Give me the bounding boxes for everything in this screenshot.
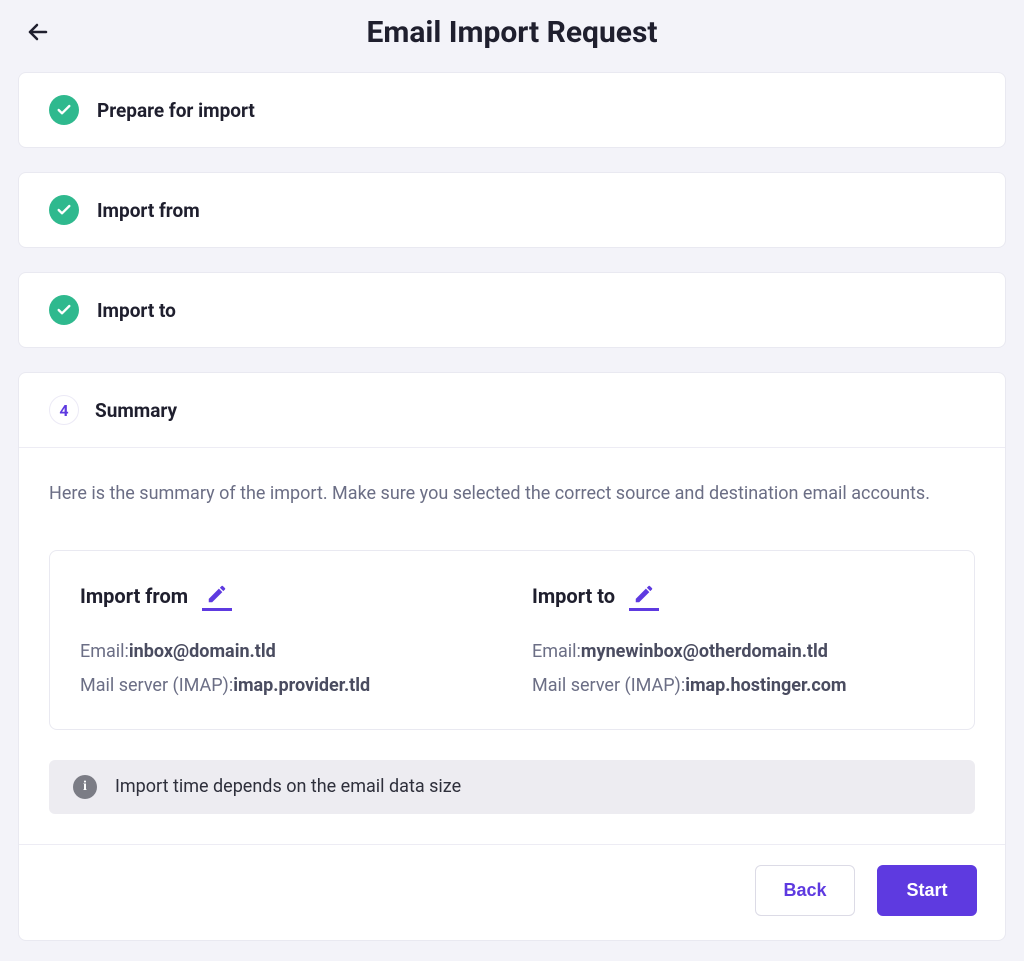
- arrow-left-icon: [26, 19, 50, 45]
- summary-card: 4 Summary Here is the summary of the imp…: [18, 372, 1006, 941]
- start-button[interactable]: Start: [877, 865, 977, 916]
- summary-title: Summary: [95, 399, 177, 422]
- page-title: Email Import Request: [366, 15, 657, 50]
- to-email-label: Email:: [532, 641, 581, 662]
- step-import-to[interactable]: Import to: [18, 272, 1006, 348]
- to-email-value: mynewinbox@otherdomain.tld: [581, 641, 828, 662]
- pencil-icon: [206, 583, 228, 605]
- from-email-label: Email:: [80, 641, 129, 662]
- to-server-value: imap.hostinger.com: [685, 675, 846, 696]
- content: Prepare for import Import from Import to…: [0, 64, 1024, 961]
- footer-actions: Back Start: [19, 845, 1005, 940]
- info-text: Import time depends on the email data si…: [115, 776, 461, 797]
- page-header: Email Import Request: [0, 0, 1024, 64]
- pencil-icon: [633, 583, 655, 605]
- from-server-line: Mail server (IMAP):imap.provider.tld: [80, 669, 492, 703]
- summary-header: 4 Summary: [19, 373, 1005, 447]
- step-number-badge: 4: [49, 395, 79, 425]
- info-banner: i Import time depends on the email data …: [49, 760, 975, 814]
- check-circle-icon: [49, 95, 79, 125]
- summary-description: Here is the summary of the import. Make …: [49, 478, 975, 510]
- import-from-column: Import from Email:inbox@domain.tld Mail …: [80, 581, 492, 703]
- info-icon: i: [73, 775, 97, 799]
- to-server-label: Mail server (IMAP):: [532, 675, 685, 696]
- step-label: Import to: [97, 299, 176, 322]
- import-to-column: Import to Email:mynewinbox@otherdomain.t…: [532, 581, 944, 703]
- back-button[interactable]: Back: [755, 865, 855, 916]
- step-label: Import from: [97, 199, 200, 222]
- import-from-heading-row: Import from: [80, 581, 492, 611]
- to-email-line: Email:mynewinbox@otherdomain.tld: [532, 635, 944, 669]
- back-arrow-button[interactable]: [20, 14, 56, 50]
- check-circle-icon: [49, 195, 79, 225]
- to-server-line: Mail server (IMAP):imap.hostinger.com: [532, 669, 944, 703]
- step-import-from[interactable]: Import from: [18, 172, 1006, 248]
- summary-detail-box: Import from Email:inbox@domain.tld Mail …: [49, 550, 975, 730]
- edit-import-to-button[interactable]: [629, 581, 659, 611]
- from-email-line: Email:inbox@domain.tld: [80, 635, 492, 669]
- import-to-heading: Import to: [532, 584, 615, 608]
- from-email-value: inbox@domain.tld: [129, 641, 276, 662]
- check-circle-icon: [49, 295, 79, 325]
- import-to-heading-row: Import to: [532, 581, 944, 611]
- from-server-label: Mail server (IMAP):: [80, 675, 233, 696]
- import-from-heading: Import from: [80, 584, 188, 608]
- step-label: Prepare for import: [97, 99, 255, 122]
- step-prepare-for-import[interactable]: Prepare for import: [18, 72, 1006, 148]
- from-server-value: imap.provider.tld: [233, 675, 370, 696]
- edit-import-from-button[interactable]: [202, 581, 232, 611]
- summary-body: Here is the summary of the import. Make …: [19, 448, 1005, 814]
